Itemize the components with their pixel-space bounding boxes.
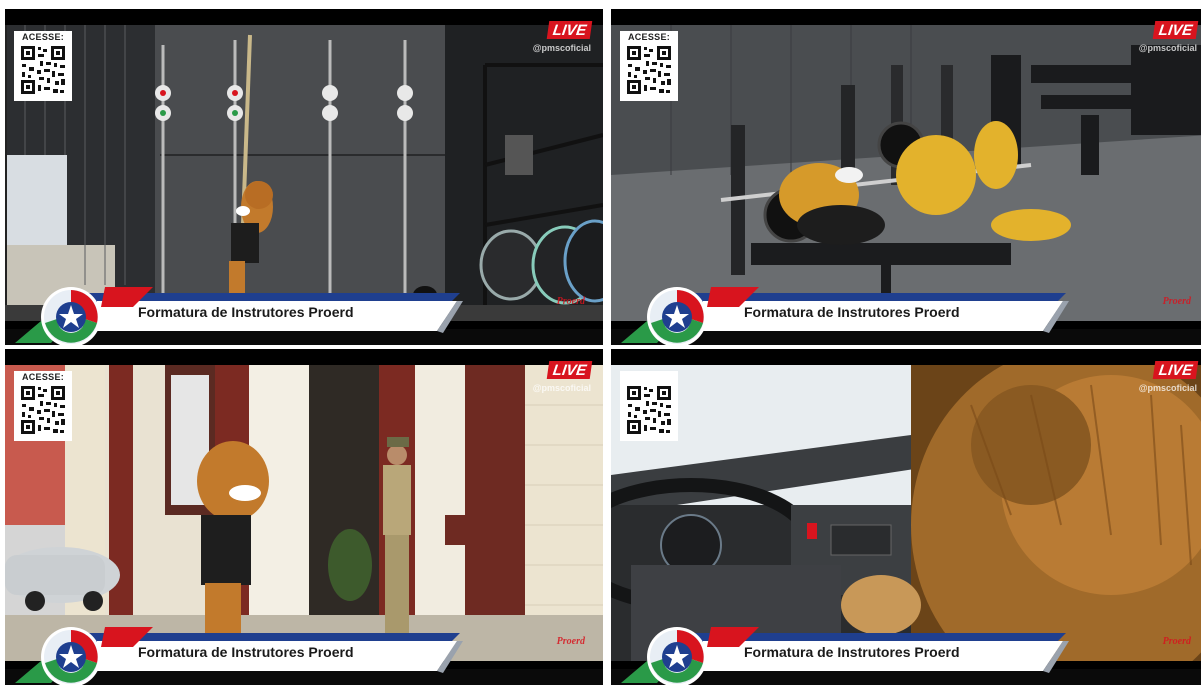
car-interior-scene [611, 365, 1201, 661]
banner-title: Formatura de Instrutores Proerd [138, 304, 354, 320]
qr-label: ACESSE: [627, 32, 671, 42]
banner-title: Formatura de Instrutores Proerd [744, 644, 960, 660]
qr-code-box[interactable] [620, 371, 678, 441]
live-badge: LIVE [546, 361, 593, 379]
channel-handle: @pmscoficial [532, 383, 591, 393]
gym-bench-scene [611, 25, 1201, 321]
street-door-scene [5, 365, 603, 661]
qr-code-icon [626, 45, 672, 95]
video-panel-gym-rope: ACESSE: LIVE @pmscoficial Proerd Formatu… [5, 9, 603, 345]
channel-handle: @pmscoficial [532, 43, 591, 53]
qr-label: ACESSE: [21, 32, 65, 42]
live-badge: LIVE [546, 21, 593, 39]
qr-code-icon [626, 385, 672, 435]
qr-code-icon [20, 45, 66, 95]
video-panel-car-interior: LIVE @pmscoficial Proerd Formatura de In… [611, 349, 1201, 685]
channel-handle: @pmscoficial [1138, 383, 1197, 393]
gym-rope-scene [5, 25, 603, 321]
banner-title: Formatura de Instrutores Proerd [744, 304, 960, 320]
qr-label [620, 371, 678, 383]
video-panel-street-door: ACESSE: LIVE @pmscoficial Proerd Formatu… [5, 349, 603, 685]
qr-code-icon [20, 385, 66, 435]
video-panel-gym-bench: ACESSE: LIVE @pmscoficial Proerd Formatu… [611, 9, 1201, 345]
banner-title: Formatura de Instrutores Proerd [138, 644, 354, 660]
qr-code-box[interactable]: ACESSE: [620, 31, 678, 101]
channel-handle: @pmscoficial [1138, 43, 1197, 53]
live-badge: LIVE [1152, 21, 1199, 39]
qr-code-box[interactable]: ACESSE: [14, 31, 72, 101]
live-badge: LIVE [1152, 361, 1199, 379]
qr-code-box[interactable]: ACESSE: [14, 371, 72, 441]
qr-label: ACESSE: [21, 372, 65, 382]
